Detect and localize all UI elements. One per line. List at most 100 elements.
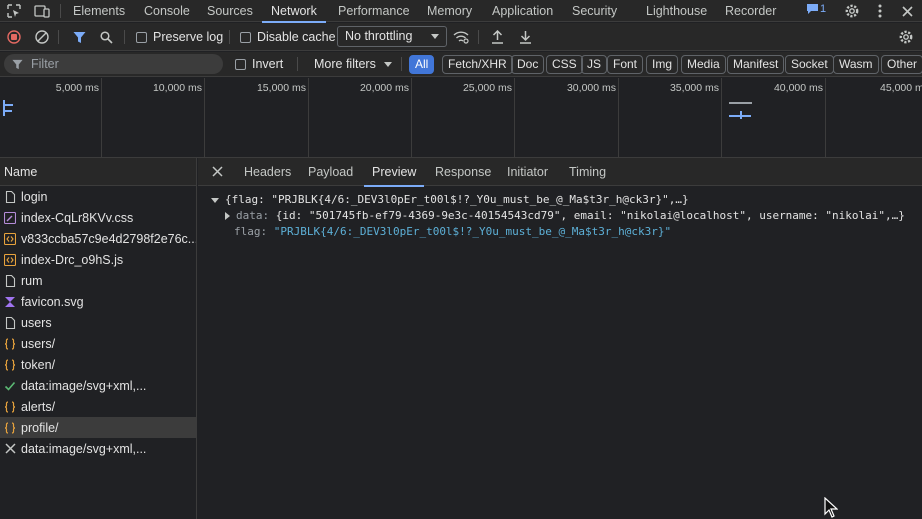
type-filter-socket[interactable]: Socket — [785, 55, 834, 74]
request-row[interactable]: token/ — [0, 354, 196, 375]
tab-console[interactable]: Console — [144, 0, 190, 22]
tab-recorder[interactable]: Recorder — [725, 0, 776, 22]
tab-headers[interactable]: Headers — [244, 158, 291, 186]
preview-data-node[interactable]: data: {id: "501745fb-ef79-4369-9e3c-4015… — [225, 209, 905, 222]
tab-security[interactable]: Security — [572, 0, 617, 22]
preview-flag-key: flag — [234, 225, 261, 238]
checkbox-box[interactable] — [136, 31, 147, 43]
tab-response[interactable]: Response — [435, 158, 491, 186]
mouse-cursor-icon — [824, 496, 839, 519]
timeline-label: 45,000 m — [880, 82, 922, 94]
request-row[interactable]: profile/ — [0, 417, 196, 438]
timeline-overview[interactable]: 5,000 ms 10,000 ms 15,000 ms 20,000 ms 2… — [0, 78, 922, 158]
record-stop-icon[interactable] — [5, 28, 23, 46]
type-filter-all[interactable]: All — [409, 55, 435, 74]
type-filter-js[interactable]: JS — [581, 55, 608, 74]
gear-icon[interactable] — [843, 2, 861, 20]
issues-button[interactable]: 1 — [806, 3, 826, 15]
divider — [401, 57, 402, 71]
request-row[interactable]: v833ccba57c9e4d2798f2e76c... — [0, 228, 196, 249]
timeline-activity-mark — [3, 100, 5, 116]
chevron-down-icon — [431, 34, 439, 39]
timeline-activity-mark — [729, 102, 752, 104]
request-name: rum — [21, 273, 43, 288]
type-filter-manifest[interactable]: Manifest — [727, 55, 785, 74]
type-filter-media[interactable]: Media — [681, 55, 726, 74]
inspect-element-icon[interactable] — [5, 2, 23, 20]
request-row[interactable]: index-Drc_o9hS.js — [0, 249, 196, 270]
document-icon — [4, 190, 16, 203]
request-row[interactable]: alerts/ — [0, 396, 196, 417]
timeline-activity-mark — [4, 104, 13, 106]
timeline-label: 5,000 ms — [55, 82, 99, 94]
preview-data-value: {id: "501745fb-ef79-4369-9e3c-40154543cd… — [275, 209, 905, 222]
request-row[interactable]: users — [0, 312, 196, 333]
search-icon[interactable] — [97, 28, 115, 46]
request-row[interactable]: index-CqLr8KVv.css — [0, 207, 196, 228]
tab-elements[interactable]: Elements — [73, 0, 125, 22]
type-filter-fetch-xhr[interactable]: Fetch/XHR — [442, 55, 513, 74]
tab-application[interactable]: Application — [492, 0, 553, 22]
close-icon[interactable] — [898, 2, 916, 20]
request-row[interactable]: data:image/svg+xml,... — [0, 438, 196, 459]
image-icon — [4, 296, 16, 308]
throttling-select[interactable]: No throttling — [337, 26, 447, 47]
request-name: login — [21, 189, 48, 204]
tab-payload[interactable]: Payload — [308, 158, 353, 186]
preview-flag-node[interactable]: flag: "PRJBLK{4/6:_DEV3l0pEr_t00l$!?_Y0u… — [234, 225, 671, 238]
expand-triangle-icon[interactable] — [211, 197, 219, 203]
network-conditions-icon[interactable] — [452, 28, 470, 46]
filter-input[interactable]: Filter — [4, 54, 223, 74]
script-icon — [4, 253, 16, 266]
kebab-menu-icon[interactable] — [871, 2, 889, 20]
network-settings-gear-icon[interactable] — [897, 28, 915, 46]
request-name: v833ccba57c9e4d2798f2e76c... — [21, 231, 196, 246]
disable-cache-checkbox[interactable]: Disable cache — [240, 30, 336, 44]
invert-checkbox[interactable]: Invert — [235, 57, 283, 71]
invert-label: Invert — [252, 57, 284, 71]
issues-count: 1 — [820, 3, 827, 15]
clear-icon[interactable] — [33, 28, 51, 46]
type-filter-other[interactable]: Other — [881, 55, 922, 74]
tab-timing[interactable]: Timing — [569, 158, 606, 186]
type-filter-img[interactable]: Img — [646, 55, 679, 74]
tab-network[interactable]: Network — [262, 0, 326, 23]
import-har-icon[interactable] — [488, 28, 506, 46]
tab-memory[interactable]: Memory — [427, 0, 472, 22]
preview-root-node[interactable]: {flag: "PRJBLK{4/6:_DEV3l0pEr_t00l$!?_Y0… — [211, 193, 689, 206]
type-filter-css[interactable]: CSS — [546, 55, 583, 74]
type-filter-doc[interactable]: Doc — [511, 55, 545, 74]
name-column-header[interactable]: Name — [0, 158, 196, 186]
request-row[interactable]: rum — [0, 270, 196, 291]
filter-icon[interactable] — [70, 28, 88, 46]
timeline-label: 15,000 ms — [256, 82, 306, 94]
request-name: data:image/svg+xml,... — [21, 378, 147, 393]
more-filters-dropdown[interactable]: More filters — [314, 57, 392, 71]
checkbox-box[interactable] — [240, 31, 251, 43]
collapse-triangle-icon[interactable] — [225, 212, 230, 220]
close-detail-icon[interactable] — [212, 166, 223, 177]
type-filter-font[interactable]: Font — [607, 55, 644, 74]
tab-initiator[interactable]: Initiator — [507, 158, 548, 186]
requests-panel: Name login index-CqLr8KVv.css v833ccba57c9… — [0, 158, 197, 519]
device-toolbar-icon[interactable] — [33, 2, 51, 20]
request-name: users/ — [21, 336, 56, 351]
request-row[interactable]: favicon.svg — [0, 291, 196, 312]
export-har-icon[interactable] — [516, 28, 534, 46]
request-name: index-Drc_o9hS.js — [21, 252, 124, 267]
tab-preview[interactable]: Preview — [363, 158, 426, 187]
request-name: alerts/ — [21, 399, 56, 414]
request-row[interactable]: login — [0, 186, 196, 207]
type-filter-wasm[interactable]: Wasm — [833, 55, 879, 74]
request-row[interactable]: users/ — [0, 333, 196, 354]
tab-performance[interactable]: Performance — [338, 0, 410, 22]
checkbox-box[interactable] — [235, 58, 246, 70]
tab-sources[interactable]: Sources — [207, 0, 253, 22]
fetch-icon — [4, 358, 16, 371]
timeline-label: 20,000 ms — [359, 82, 409, 94]
divider — [229, 30, 230, 44]
preserve-log-checkbox[interactable]: Preserve log — [136, 30, 223, 44]
request-row[interactable]: data:image/svg+xml,... — [0, 375, 196, 396]
tab-lighthouse[interactable]: Lighthouse — [646, 0, 707, 22]
request-name: index-CqLr8KVv.css — [21, 210, 134, 225]
